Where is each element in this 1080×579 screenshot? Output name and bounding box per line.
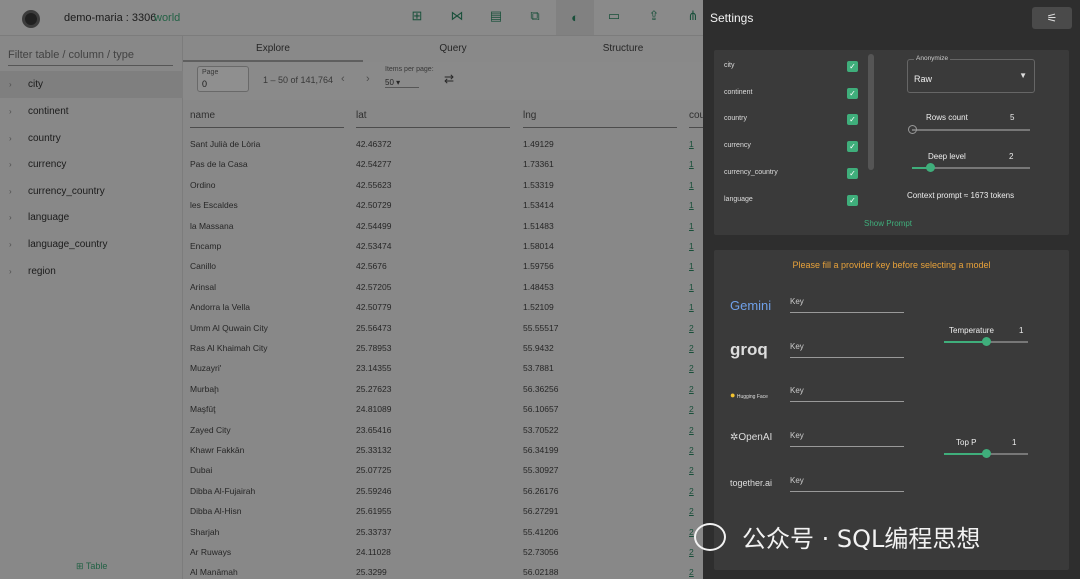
caret-down-icon: ▼ (1019, 71, 1027, 80)
column-option[interactable]: country ✓ (724, 111, 860, 129)
groq-logo: groq (730, 340, 768, 359)
temperature-value: 1 (1019, 326, 1024, 335)
huggingface-key-input[interactable]: Key (790, 386, 904, 402)
watermark-text: 公众号 · SQL编程思想 (742, 525, 981, 553)
tune-icon[interactable]: ⚟ (1032, 7, 1072, 29)
modal-backdrop[interactable] (0, 0, 703, 579)
anonymize-select[interactable]: Anonymize Raw ▼ (907, 55, 1035, 93)
settings-title: Settings (710, 11, 754, 25)
hugging-face-emoji-icon: ● (730, 390, 736, 400)
column-option[interactable]: currency ✓ (724, 138, 860, 156)
groq-key-input[interactable]: Key (790, 342, 904, 358)
huggingface-logo: ● Hugging Face (730, 390, 768, 400)
gemini-logo: Gemini (730, 298, 772, 313)
context-card: city ✓ continent ✓ country ✓ currency ✓ currency… (714, 50, 1069, 235)
gemini-key-input[interactable]: Key (790, 297, 904, 313)
rows-count-slider[interactable] (908, 125, 1030, 134)
column-option[interactable]: city ✓ (724, 58, 860, 76)
show-prompt-link[interactable]: Show Prompt (864, 219, 912, 228)
openai-logo: ✲OpenAI (730, 432, 773, 443)
checkbox[interactable]: ✓ (847, 87, 858, 99)
provider-warning: Please fill a provider key before select… (792, 260, 991, 270)
together-key-input[interactable]: Key (790, 476, 904, 492)
openai-key-input[interactable]: Key (790, 431, 904, 447)
wechat-icon (694, 523, 726, 551)
context-prompt-size: Context prompt ≈ 1673 tokens (907, 191, 1015, 200)
deep-level-label: Deep level (928, 152, 966, 161)
checkbox[interactable]: ✓ (847, 61, 858, 72)
slider-thumb[interactable] (982, 337, 991, 346)
checklist-scrollbar[interactable] (868, 54, 874, 170)
temperature-slider[interactable] (944, 337, 1028, 346)
slider-thumb[interactable] (908, 125, 917, 134)
slider-thumb[interactable] (982, 449, 991, 458)
together-logo: together.ai (730, 478, 773, 488)
deep-level-slider[interactable] (912, 163, 1030, 172)
top-p-value: 1 (1012, 438, 1017, 447)
column-option[interactable]: continent ✓ (724, 85, 860, 103)
column-option[interactable]: currency_country ✓ (724, 165, 860, 183)
rows-count-value: 5 (1010, 113, 1015, 122)
rows-count-label: Rows count (926, 113, 968, 122)
app-window: demo-maria : 3306 world ⊞ ⋈ ▤ ⧉ ◐ ▭ ⇪ ⋔ … (0, 0, 1080, 579)
deep-level-value: 2 (1009, 152, 1014, 161)
top-p-label: Top P (956, 438, 977, 447)
temperature-label: Temperature (949, 326, 994, 335)
column-option[interactable]: language ✓ (724, 192, 860, 210)
slider-thumb[interactable] (925, 163, 935, 172)
settings-panel: Settings ⚟ city ✓ continent ✓ country ✓ curren… (703, 0, 1080, 579)
top-p-slider[interactable] (944, 449, 1028, 458)
checkbox[interactable]: ✓ (847, 167, 858, 179)
checkbox[interactable]: ✓ (847, 141, 858, 153)
checkbox[interactable]: ✓ (847, 114, 858, 126)
checkbox[interactable]: ✓ (847, 194, 858, 206)
